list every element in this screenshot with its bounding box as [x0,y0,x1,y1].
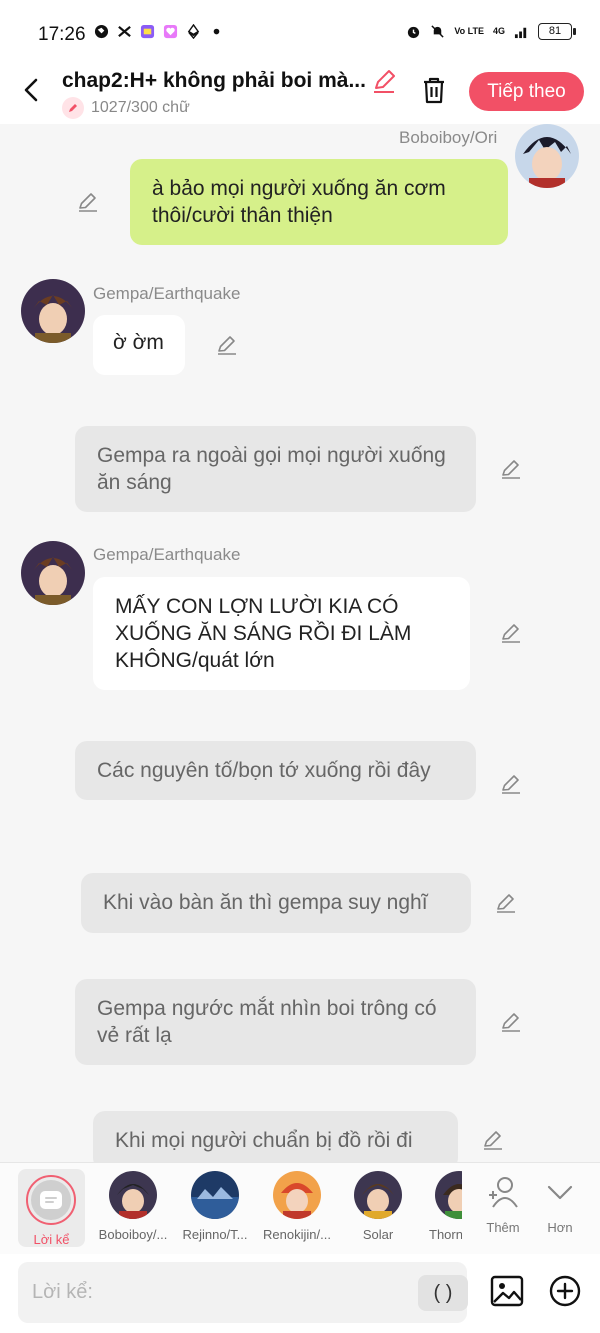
character-solar[interactable]: Solar [339,1171,417,1242]
capcut-icon [118,25,131,38]
volte-label: Vo LTE [454,26,484,36]
battery-indicator: 81 [538,23,576,40]
dot-icon [213,28,220,35]
word-count: 1027/300 chữ [91,99,190,116]
pencil-icon [62,97,84,119]
edit-icon[interactable] [499,621,523,645]
edit-icon[interactable] [481,1128,505,1152]
narration-label: Lời kể [33,1232,70,1247]
edit-icon[interactable] [215,333,239,357]
add-icon[interactable] [548,1274,582,1308]
edit-icon[interactable] [499,772,523,796]
character-renokijin[interactable]: Renokijin/... [258,1171,336,1242]
character-name: Solar [362,1227,394,1242]
avatar [435,1171,462,1219]
narration-input-box: ( ) [18,1262,468,1323]
add-label: Thêm [486,1220,520,1235]
avatar [109,1171,157,1219]
narration-bubble[interactable]: Các nguyên tố/bọn tớ xuống rồi đây [75,741,476,800]
app-icon [140,24,155,39]
editor-header: chap2:H+ không phải boi mà... 1027/300 c… [0,62,600,124]
add-person-icon [489,1177,518,1208]
more-button[interactable]: Hơn [535,1175,585,1235]
avatar [191,1171,239,1219]
globe-icon [94,24,109,39]
system-icons: Vo LTE 4G 81 [406,23,576,40]
avatar[interactable] [21,541,85,605]
status-bar: 17:26 Vo LTE 4G 81 [0,0,600,62]
avatar [354,1171,402,1219]
character-name: Renokijin/... [263,1227,331,1242]
narration-bubble[interactable]: Gempa ra ngoài gọi mọi người xuống ăn sá… [75,426,476,512]
chat-area[interactable]: Boboiboy/Ori à bảo mọi người xuống ăn cơ… [0,124,600,1162]
mute-icon [431,25,444,38]
edit-icon[interactable] [499,1010,523,1034]
character-rejinno[interactable]: Rejinno/T... [176,1171,254,1242]
alarm-icon [408,26,420,39]
narration-bubble[interactable]: Khi mọi người chuẩn bị đồ rồi đi [93,1111,458,1162]
avatar[interactable] [21,279,85,343]
parenthesis-button[interactable]: ( ) [418,1275,468,1311]
next-button[interactable]: Tiếp theo [469,72,584,111]
character-bar: Lời kể Boboiboy/... Rejinno/T... Renokij… [0,1162,600,1254]
speaker-name: Gempa/Earthquake [93,545,241,564]
narration-input[interactable] [32,1272,412,1312]
character-name: Rejinno/T... [182,1227,248,1242]
avatar [273,1171,321,1219]
character-name: Thorn [429,1227,462,1242]
image-icon[interactable] [490,1274,524,1308]
message-bubble[interactable]: ờ ờm [93,315,185,375]
word-count-row: 1027/300 chữ [62,97,190,119]
narration-tab[interactable]: Lời kể [18,1169,85,1247]
speaker-name: Boboiboy/Ori [399,128,498,147]
trash-icon[interactable] [420,75,448,105]
speaker-name: Gempa/Earthquake [93,284,241,303]
status-time: 17:26 [38,24,86,45]
narration-bubble[interactable]: Gempa ngước mắt nhìn boi trông có vẻ rất… [75,979,476,1065]
character-name: Boboiboy/... [98,1227,168,1242]
character-thorn[interactable]: Thorn [420,1171,462,1242]
heart-app-icon [163,24,178,39]
message-bubble[interactable]: MẤY CON LỢN LƯỜI KIA CÓ XUỐNG ĂN SÁNG RỒ… [93,577,470,690]
back-icon[interactable] [18,74,46,106]
edit-icon[interactable] [494,891,518,915]
more-label: Hơn [547,1220,573,1235]
edit-title-icon[interactable] [371,68,397,94]
notification-icons [94,24,224,39]
chapter-title[interactable]: chap2:H+ không phải boi mà... [62,69,370,93]
avatar[interactable] [515,124,579,188]
character-boboiboy[interactable]: Boboiboy/... [94,1171,172,1242]
edit-icon[interactable] [76,190,100,214]
message-bubble[interactable]: à bảo mọi người xuống ăn cơm thôi/cười t… [130,159,508,245]
chevron-down-icon [547,1185,573,1200]
narration-icon [26,1175,76,1225]
signal-icon [514,27,527,39]
ethereum-icon [187,24,200,39]
add-character-button[interactable]: Thêm [478,1175,528,1235]
network-label: 4G [492,26,505,36]
narration-bubble[interactable]: Khi vào bàn ăn thì gempa suy nghĩ [81,873,471,933]
input-bar: ( ) [0,1254,600,1333]
edit-icon[interactable] [499,457,523,481]
